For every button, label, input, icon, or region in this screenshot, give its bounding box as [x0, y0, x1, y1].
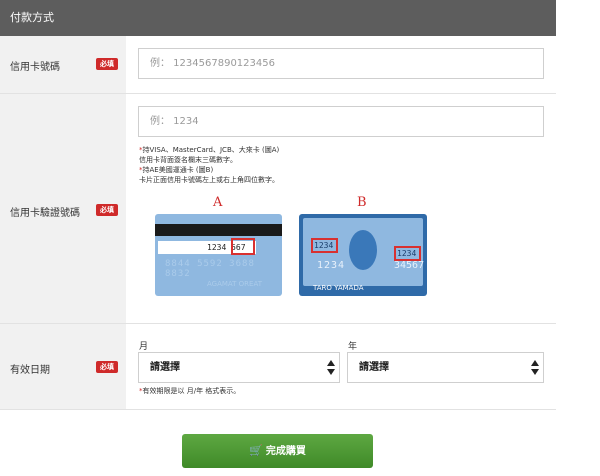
- expiry-label: 有效日期: [10, 365, 50, 376]
- year-select-value: 請選擇: [359, 362, 389, 373]
- section-header: 付款方式: [0, 0, 556, 36]
- card-b-code-left-highlight: [311, 238, 338, 253]
- cvv-note-line-4: 卡片正面信用卡號碼左上或右上角四位數字。: [139, 176, 279, 184]
- cvv-note-line-1: *持VISA、MasterCard、JCB、大來卡 (圖A): [139, 146, 280, 154]
- page-margin: [556, 0, 600, 476]
- required-badge: 必填: [96, 58, 118, 70]
- cvv-note-line-3: *持AE美國運通卡 (圖B): [139, 166, 214, 174]
- section-title: 付款方式: [10, 11, 54, 24]
- cvv-placeholder: 例： 1234: [150, 116, 199, 127]
- year-select[interactable]: 請選擇: [347, 352, 544, 383]
- complete-purchase-button[interactable]: 🛒 完成購買: [182, 434, 373, 468]
- cvv-input[interactable]: 例： 1234: [138, 106, 544, 137]
- card-a-embossed: 8844 5592 3688 8832: [165, 259, 255, 279]
- magnetic-stripe: [155, 224, 282, 236]
- month-select-value: 請選擇: [150, 362, 180, 373]
- required-badge: 必填: [96, 361, 118, 373]
- required-badge: 必填: [96, 204, 118, 216]
- complete-purchase-label: 完成購買: [265, 446, 306, 457]
- card-b-letter: B: [357, 195, 367, 210]
- card-b-number-right: 34567: [394, 260, 425, 271]
- expiry-note: *有效期限是以 月/年 格式表示。: [139, 387, 241, 395]
- card-b-code-right-highlight: [394, 246, 421, 261]
- card-a-letter: A: [213, 195, 223, 210]
- card-a-code-highlight: [231, 238, 255, 255]
- year-label: 年: [348, 342, 358, 352]
- card-number-row: 信用卡號碼 必填 例： 1234567890123456: [0, 36, 556, 94]
- cvv-note-line-2: 信用卡背面簽名欄末三碼數字。: [139, 156, 237, 164]
- card-b-number-left: 1234: [317, 260, 346, 271]
- cvv-notes-block: *持VISA、MasterCard、JCB、大來卡 (圖A) 信用卡背面簽名欄末…: [139, 145, 439, 185]
- month-label: 月: [139, 342, 149, 352]
- month-select[interactable]: 請選擇: [138, 352, 340, 383]
- select-arrows-icon: [327, 360, 335, 376]
- card-b-name: TARO YAMADA: [313, 284, 364, 292]
- card-b-illustration: 1234 1234 1234 34567 TARO YAMADA: [299, 214, 427, 296]
- cvv-label: 信用卡驗證號碼: [10, 208, 80, 219]
- select-arrows-icon: [531, 360, 539, 376]
- card-b-portrait: [349, 230, 377, 270]
- payment-form: 付款方式 信用卡號碼 必填 例： 1234567890123456 信用卡驗證號…: [0, 0, 556, 476]
- card-number-input[interactable]: 例： 1234567890123456: [138, 48, 544, 79]
- cart-icon: 🛒: [249, 444, 263, 457]
- card-number-label: 信用卡號碼: [10, 62, 60, 73]
- card-number-placeholder: 例： 1234567890123456: [150, 58, 275, 69]
- card-a-illustration: 1234 567 8844 5592 3688 8832 AGAMAT OREA…: [155, 214, 282, 296]
- card-a-name: AGAMAT OREAT: [207, 280, 262, 288]
